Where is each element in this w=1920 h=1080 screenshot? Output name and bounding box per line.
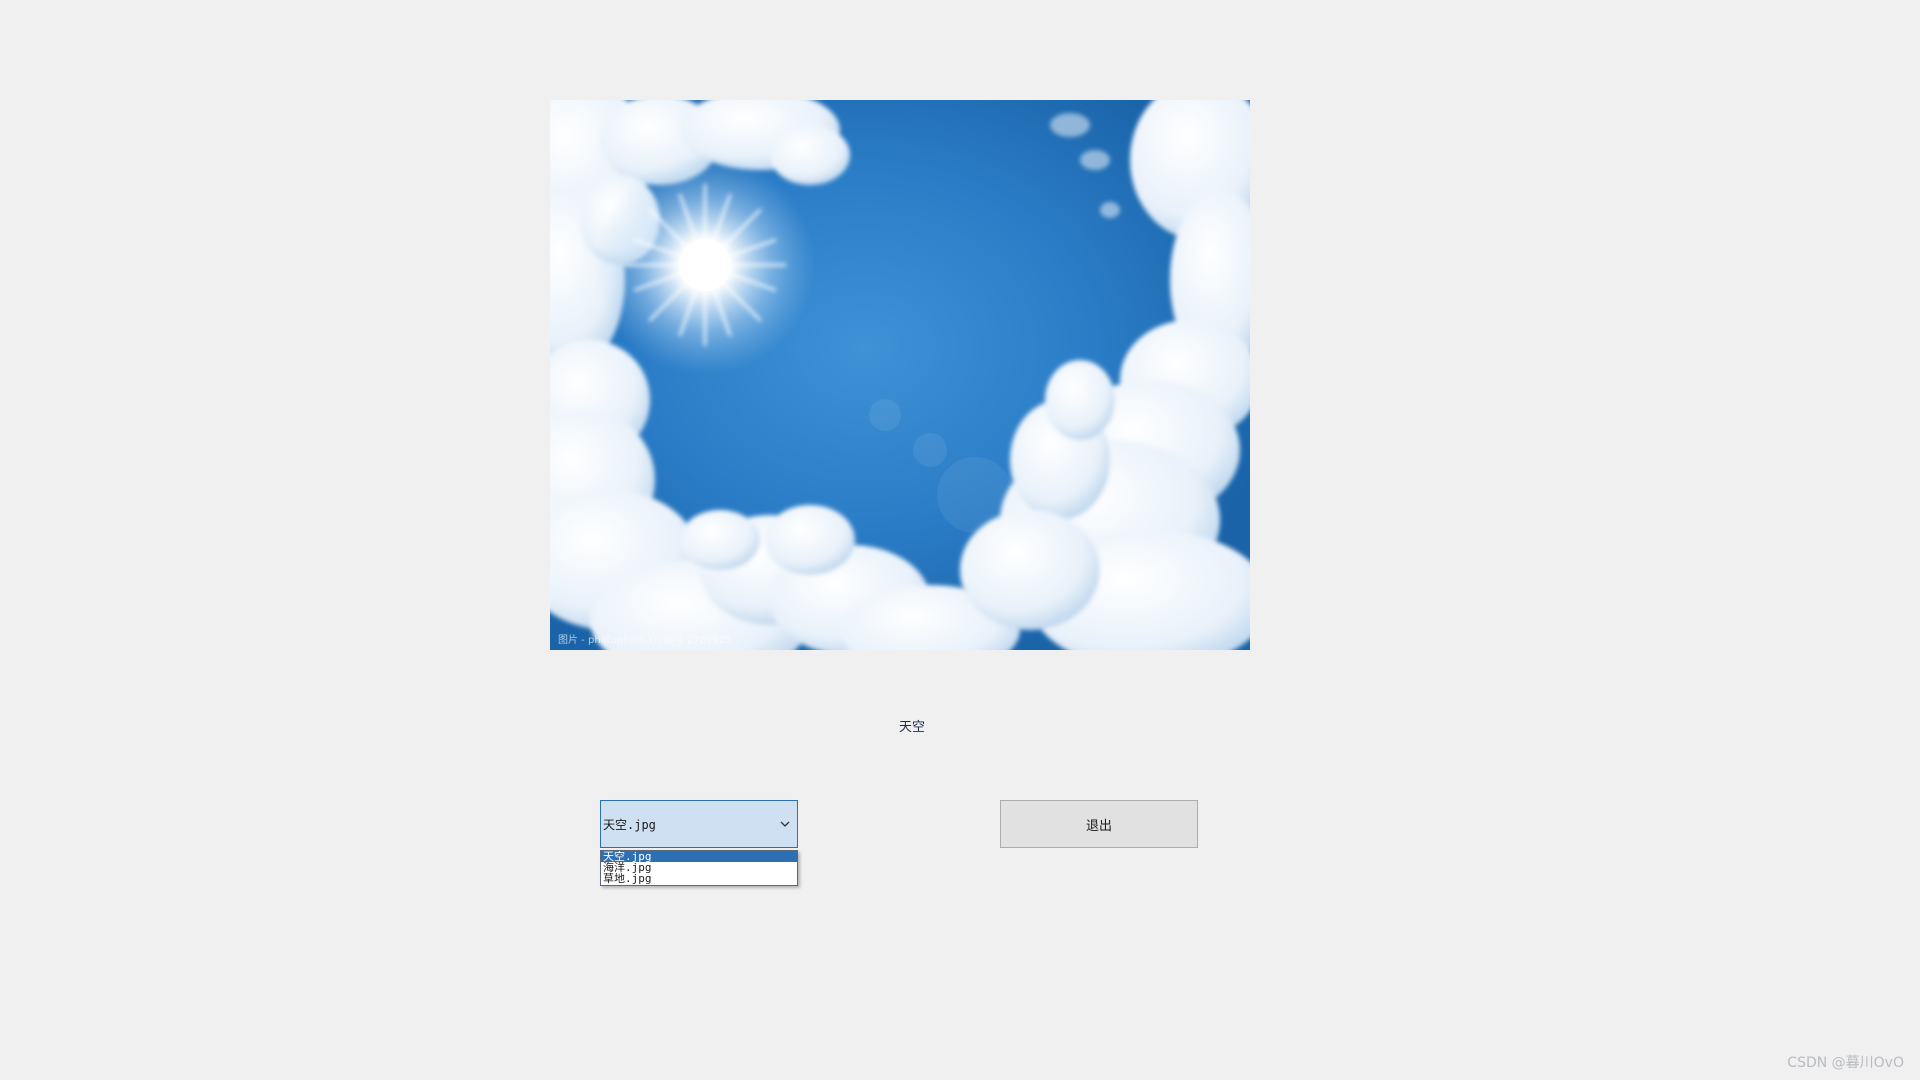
app-window: 图片 - photophoto.cn 编号 2789925 天空 天空.jpg … bbox=[0, 0, 1920, 1080]
image-caption-label: 天空 bbox=[898, 720, 925, 735]
combobox-selected-value: 天空.jpg bbox=[603, 818, 656, 832]
dropdown-option-ocean[interactable]: 海洋.jpg bbox=[601, 862, 797, 873]
combobox-dropdown-list: 天空.jpg 海洋.jpg 草地.jpg bbox=[600, 850, 798, 886]
chevron-down-icon[interactable] bbox=[779, 818, 791, 830]
dropdown-option-sky[interactable]: 天空.jpg bbox=[601, 851, 797, 862]
image-select-combobox[interactable]: 天空.jpg bbox=[600, 800, 798, 848]
exit-button[interactable]: 退出 bbox=[1000, 800, 1198, 848]
picture-box: 图片 - photophoto.cn 编号 2789925 bbox=[550, 100, 1250, 650]
dropdown-option-grass[interactable]: 草地.jpg bbox=[601, 873, 797, 884]
sky-photo-icon bbox=[550, 100, 1250, 650]
photo-credit: 图片 - photophoto.cn 编号 2789925 bbox=[558, 635, 732, 646]
csdn-watermark: CSDN @暮川OvO bbox=[1787, 1055, 1904, 1071]
